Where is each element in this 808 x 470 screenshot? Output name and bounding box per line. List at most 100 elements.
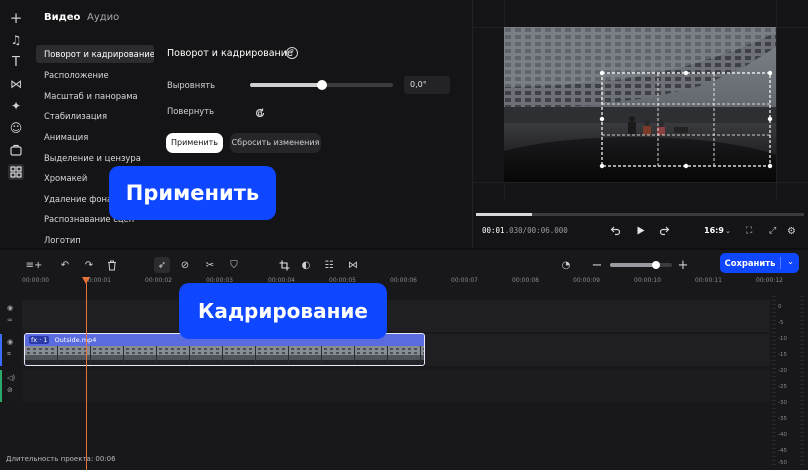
meter-label: -40 <box>778 432 787 438</box>
snap-icon[interactable]: ◔ <box>558 257 574 273</box>
undo-icon[interactable]: ↶ <box>57 257 73 273</box>
panel-title: Поворот и кадрирование <box>167 48 293 59</box>
visibility-icon[interactable]: ◉ <box>7 338 13 346</box>
aspect-ratio-select[interactable]: 16:9 <box>704 226 724 235</box>
tools-icon[interactable] <box>8 142 24 158</box>
align-slider-fill <box>250 83 322 87</box>
effects-icon[interactable]: ✦ <box>8 98 24 114</box>
transitions-icon[interactable]: ⋈ <box>8 76 24 92</box>
step-forward-icon[interactable] <box>659 225 670 239</box>
music-icon[interactable]: ♫ <box>8 32 24 48</box>
visibility-icon[interactable]: ◉ <box>7 304 13 312</box>
ruler-label: 00:00:00 <box>22 277 49 284</box>
meter-label: -35 <box>778 416 787 422</box>
project-duration: Длительность проекта: 00:06 <box>6 455 116 463</box>
adjust-icon[interactable]: ☷ <box>321 257 337 273</box>
meter-label: -45 <box>778 448 787 454</box>
zoom-slider-handle[interactable] <box>652 261 660 269</box>
mute-icon[interactable]: ◁) <box>7 374 15 382</box>
save-button-group: Сохранить ⌄ <box>720 253 799 273</box>
crop-tool-icon[interactable] <box>276 257 292 273</box>
meter-label: -5 <box>778 320 784 326</box>
preview-settings-icon[interactable]: ⚙ <box>787 226 796 237</box>
preview-progress[interactable] <box>476 213 804 216</box>
save-button[interactable]: Сохранить <box>720 253 780 273</box>
align-value-input[interactable]: 0,0° <box>404 76 450 94</box>
crop-view-icon[interactable]: ⛶ <box>746 226 752 236</box>
ripple-tool-icon[interactable]: ⊘ <box>177 257 193 273</box>
timeline-panel: ≡+ ↶ ↷ ➶ ⊘ ✂ ⛉ ◐ ☷ ⋈ ◔ − + Сохранить ⌄ 0… <box>0 248 808 470</box>
apply-button[interactable]: Применить <box>166 133 223 153</box>
playhead-handle[interactable] <box>82 277 90 284</box>
align-slider[interactable] <box>250 80 393 90</box>
rotate-icon[interactable] <box>254 104 266 118</box>
meter-label: -25 <box>778 384 787 390</box>
ruler-label: 00:00:06 <box>390 277 417 284</box>
zoom-slider[interactable] <box>610 261 672 269</box>
ruler-label: 00:00:02 <box>145 277 172 284</box>
meter-label: -50 <box>778 460 787 466</box>
meter-label: -15 <box>778 352 787 358</box>
split-icon[interactable]: ✂ <box>202 257 218 273</box>
select-tool-icon[interactable]: ➶ <box>154 257 170 273</box>
mask-icon[interactable]: ⛉ <box>226 257 242 273</box>
nav-stabilization[interactable]: Стабилизация <box>36 107 154 125</box>
apply-callout: Применить <box>109 166 276 220</box>
delete-icon[interactable] <box>104 257 120 273</box>
crop-frame[interactable] <box>504 27 776 182</box>
transition-tool-icon[interactable]: ⋈ <box>345 257 361 273</box>
fullscreen-icon[interactable]: ⤢ <box>769 226 776 236</box>
nav-logo[interactable]: Логотип <box>36 231 154 249</box>
meter-label: -20 <box>778 368 787 374</box>
help-icon[interactable]: ? <box>286 47 298 59</box>
more-tools-icon[interactable] <box>8 164 24 180</box>
nav-highlight-censor[interactable]: Выделение и цензура <box>36 149 154 167</box>
nav-position[interactable]: Расположение <box>36 66 154 84</box>
link-off-icon[interactable]: ⊘ <box>7 386 13 394</box>
preview-progress-fill <box>476 213 532 216</box>
panel-divider <box>472 0 473 248</box>
ruler-label: 00:00:10 <box>634 277 661 284</box>
meter-label: -10 <box>778 336 787 342</box>
align-label: Выровнять <box>167 80 216 90</box>
link-icon[interactable]: ∞ <box>7 316 13 324</box>
ruler-label: 00:00:12 <box>756 277 783 284</box>
play-icon[interactable] <box>635 225 646 239</box>
timecode: 00:01.030/00:06.000 <box>482 226 568 235</box>
playhead[interactable] <box>86 280 87 470</box>
time-ruler[interactable]: 00:00:00 00:00:01 00:00:02 00:00:03 00:0… <box>0 274 783 288</box>
audio-track[interactable] <box>22 370 770 402</box>
tab-audio[interactable]: Аудио <box>87 12 119 23</box>
clip-fx-badge[interactable]: fx · 1 <box>29 336 50 344</box>
tab-video[interactable]: Видео <box>44 12 80 23</box>
align-slider-handle[interactable] <box>316 80 327 90</box>
aspect-chevron-icon[interactable]: ⌄ <box>725 227 731 235</box>
nav-rotate-crop[interactable]: Поворот и кадрирование <box>36 45 154 63</box>
meter-label: -30 <box>778 400 787 406</box>
zoom-out-icon[interactable]: − <box>589 257 605 273</box>
color-icon[interactable]: ◐ <box>298 257 314 273</box>
reset-button[interactable]: Сбросить изменения <box>230 133 321 153</box>
link-icon[interactable]: ⌗ <box>7 350 11 359</box>
video-frame[interactable] <box>504 27 776 182</box>
step-back-icon[interactable] <box>610 225 621 239</box>
clip-thumbnails <box>25 346 424 365</box>
save-options-chevron-icon[interactable]: ⌄ <box>782 253 799 273</box>
ruler-label: 00:00:08 <box>512 277 539 284</box>
text-icon[interactable]: T <box>8 54 24 70</box>
video-track-empty[interactable] <box>22 300 770 332</box>
ruler-label: 00:00:09 <box>573 277 600 284</box>
stickers-icon[interactable]: ☺ <box>8 120 24 136</box>
redo-icon[interactable]: ↷ <box>81 257 97 273</box>
add-track-icon[interactable]: ≡+ <box>26 257 43 273</box>
ruler-label: 00:00:11 <box>695 277 722 284</box>
nav-animation[interactable]: Анимация <box>36 128 154 146</box>
rotate-label: Повернуть <box>167 106 215 116</box>
crop-callout: Кадрирование <box>179 283 387 339</box>
clip-name: Outside.mp4 <box>54 336 97 344</box>
zoom-in-icon[interactable]: + <box>675 257 691 273</box>
nav-scale-pan[interactable]: Масштаб и панорама <box>36 87 154 105</box>
add-media-icon[interactable]: + <box>8 9 24 27</box>
ruler-label: 00:00:07 <box>451 277 478 284</box>
tool-sidebar: + ♫ T ⋈ ✦ ☺ <box>0 0 32 248</box>
